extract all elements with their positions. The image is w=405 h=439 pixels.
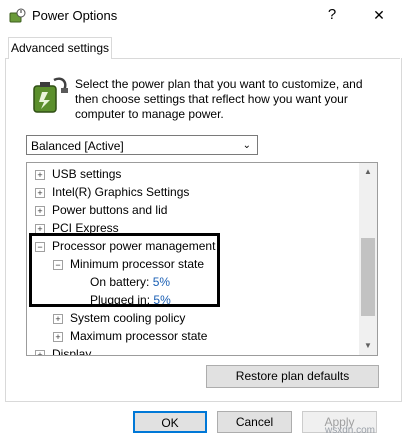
setting-value-link[interactable]: 5% xyxy=(153,293,170,307)
tree-item-label: Display xyxy=(52,347,92,356)
battery-plug-icon xyxy=(33,77,68,113)
tree-item-label: Power buttons and lid xyxy=(52,203,168,217)
scroll-up-arrow-icon[interactable]: ▲ xyxy=(359,163,377,181)
setting-label: Plugged in: xyxy=(90,293,151,307)
tree-item-label: USB settings xyxy=(52,167,122,181)
tab-advanced-settings[interactable]: Advanced settings xyxy=(8,37,112,59)
expand-icon[interactable]: + xyxy=(35,224,45,234)
collapse-icon[interactable]: − xyxy=(53,260,63,270)
setting-label: On battery: xyxy=(90,275,150,289)
close-button[interactable]: ✕ xyxy=(364,4,394,26)
expand-icon[interactable]: + xyxy=(53,314,63,324)
power-options-icon xyxy=(9,8,26,23)
expand-icon[interactable]: + xyxy=(35,350,45,355)
expand-icon[interactable]: + xyxy=(35,206,45,216)
description-text: Select the power plan that you want to c… xyxy=(75,77,363,121)
help-button[interactable]: ? xyxy=(320,4,344,26)
settings-tree[interactable]: + USB settings + Intel(R) Graphics Setti… xyxy=(26,162,378,356)
plan-select-value: Balanced [Active] xyxy=(31,139,124,153)
tree-item-label: Minimum processor state xyxy=(70,257,205,271)
tree-item-label: PCI Express xyxy=(52,221,119,235)
expand-icon[interactable]: + xyxy=(35,170,45,180)
restore-plan-defaults-button[interactable]: Restore plan defaults xyxy=(206,365,379,388)
tree-item-label: Maximum processor state xyxy=(70,329,208,343)
window-title: Power Options xyxy=(32,8,118,23)
expand-icon[interactable]: + xyxy=(53,332,63,342)
expand-icon[interactable]: + xyxy=(35,188,45,198)
cancel-button[interactable]: Cancel xyxy=(217,411,292,433)
tree-item-label: System cooling policy xyxy=(70,311,186,325)
plan-select[interactable]: Balanced [Active] ⌄ xyxy=(26,135,258,155)
tree-item-label: Intel(R) Graphics Settings xyxy=(52,185,190,199)
chevron-down-icon: ⌄ xyxy=(242,140,251,151)
setting-value-link[interactable]: 5% xyxy=(153,275,170,289)
scroll-down-arrow-icon[interactable]: ▼ xyxy=(359,337,377,355)
ok-button[interactable]: OK xyxy=(133,411,207,433)
tree-item-plugged-in[interactable]: Plugged in: 5% xyxy=(90,291,171,309)
watermark: wsxdn.com xyxy=(325,425,376,436)
tree-item-on-battery[interactable]: On battery: 5% xyxy=(90,273,170,291)
scrollbar-thumb[interactable] xyxy=(361,238,375,316)
tree-item-label: Processor power management xyxy=(52,239,216,253)
collapse-icon[interactable]: − xyxy=(35,242,45,252)
